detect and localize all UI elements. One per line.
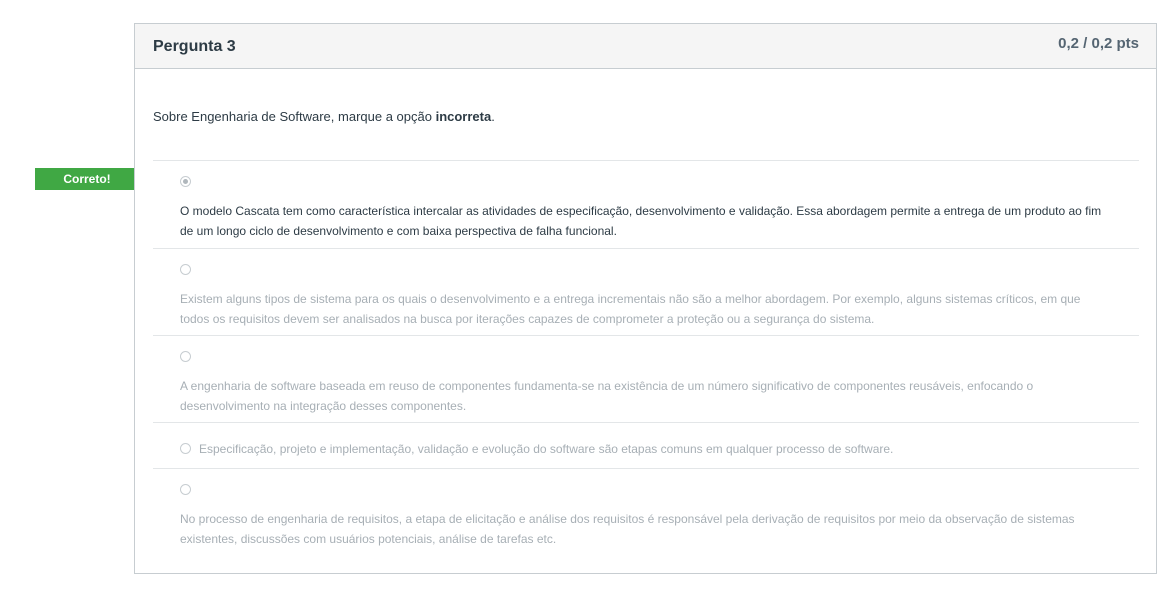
answer-option-1[interactable]: O modelo Cascata tem como característica… [153, 161, 1139, 249]
radio-button[interactable] [180, 351, 191, 362]
question-text-emphasis: incorreta [435, 109, 492, 124]
radio-button[interactable] [180, 484, 191, 495]
answer-text: Especificação, projeto e implementação, … [199, 442, 894, 456]
radio-button[interactable] [180, 443, 191, 454]
answer-text: A engenharia de software baseada em reus… [180, 379, 1034, 413]
answer-text: O modelo Cascata tem como característica… [180, 204, 1102, 238]
question-card: Pergunta 3 0,2 / 0,2 pts Sobre Engenhari… [134, 23, 1157, 574]
answer-text: No processo de engenharia de requisitos,… [180, 512, 1075, 546]
answer-option-5[interactable]: No processo de engenharia de requisitos,… [153, 469, 1139, 558]
answer-text: Existem alguns tipos de sistema para os … [180, 292, 1081, 326]
radio-button[interactable] [180, 264, 191, 275]
question-points: 0,2 / 0,2 pts [1058, 35, 1139, 52]
answer-list: O modelo Cascata tem como característica… [153, 160, 1139, 558]
question-text-end: . [491, 109, 495, 124]
answer-option-2[interactable]: Existem alguns tipos de sistema para os … [153, 249, 1139, 336]
question-header: Pergunta 3 0,2 / 0,2 pts [135, 24, 1156, 69]
question-text: Sobre Engenharia de Software, marque a o… [153, 109, 495, 124]
question-title: Pergunta 3 [153, 38, 236, 55]
answer-option-4[interactable]: Especificação, projeto e implementação, … [153, 423, 1139, 469]
answer-option-3[interactable]: A engenharia de software baseada em reus… [153, 336, 1139, 423]
radio-button-selected[interactable] [180, 176, 191, 187]
question-text-part: Sobre Engenharia de Software, marque a o… [153, 109, 436, 124]
correct-answer-flag: Correto! [35, 168, 148, 190]
